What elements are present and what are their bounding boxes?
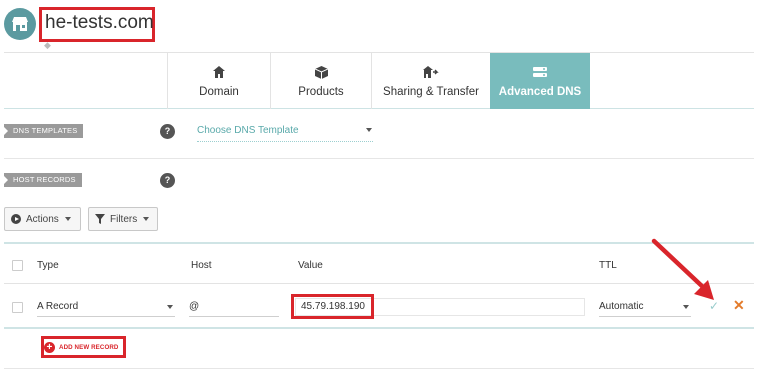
page-header: he-tests.com ◆ [0, 0, 768, 52]
value-column-header: Value [298, 260, 323, 271]
tab-bar: Domain Products Sharing & Transfer Advan… [4, 52, 754, 109]
pin-icon: ◆ [44, 40, 51, 50]
chevron-down-icon [167, 305, 173, 309]
chevron-down-icon [143, 217, 150, 221]
records-table-header: Type Host Value TTL [4, 242, 754, 284]
type-column-header: Type [37, 260, 59, 271]
add-new-record-label: ADD NEW RECORD [59, 343, 119, 351]
row-checkbox[interactable] [12, 302, 23, 313]
ttl-value: Automatic [599, 301, 644, 312]
tab-advanced-dns-label: Advanced DNS [498, 86, 582, 98]
chevron-down-icon [366, 128, 372, 132]
close-icon[interactable]: ✕ [733, 297, 745, 314]
add-new-record-button[interactable]: + ADD NEW RECORD [44, 340, 119, 354]
home-icon [213, 64, 225, 80]
tab-advanced-dns[interactable]: Advanced DNS [490, 53, 590, 109]
dns-templates-section: DNS TEMPLATES ? Choose DNS Template [4, 110, 754, 159]
dns-template-select-value: Choose DNS Template [197, 125, 299, 136]
play-icon [11, 214, 21, 224]
annotation-arrow-icon [651, 238, 714, 300]
host-value: @ [189, 301, 200, 312]
dns-template-select[interactable]: Choose DNS Template [197, 124, 373, 142]
select-all-checkbox[interactable] [12, 260, 23, 271]
tab-domain-label: Domain [199, 86, 239, 98]
value-highlight [291, 294, 374, 319]
actions-button[interactable]: Actions [4, 207, 81, 231]
store-icon [4, 8, 36, 40]
actions-button-label: Actions [26, 213, 59, 225]
filters-button[interactable]: Filters [88, 207, 158, 231]
table-row: A Record @ 45.79.198.190 Automatic ✓ ✕ [4, 285, 754, 329]
host-input[interactable]: @ [189, 299, 279, 317]
tab-sharing-transfer[interactable]: Sharing & Transfer [371, 53, 490, 109]
chevron-down-icon [64, 217, 71, 221]
tab-sharing-transfer-label: Sharing & Transfer [383, 86, 479, 98]
share-icon [423, 64, 439, 80]
host-records-help-icon[interactable]: ? [160, 173, 175, 188]
domain-title: he-tests.com [45, 12, 154, 33]
host-column-header: Host [191, 260, 212, 271]
dns-icon [532, 64, 548, 80]
tab-products[interactable]: Products [270, 53, 371, 109]
host-records-section: HOST RECORDS ? [4, 159, 754, 208]
host-records-tag: HOST RECORDS [4, 173, 82, 187]
record-type-select[interactable]: A Record [37, 299, 175, 317]
filters-button-label: Filters [110, 213, 138, 225]
box-icon [314, 64, 328, 80]
tab-products-label: Products [298, 86, 344, 98]
dns-templates-help-icon[interactable]: ? [160, 124, 175, 139]
plus-icon: + [44, 341, 55, 353]
record-type-value: A Record [37, 301, 79, 312]
dns-templates-tag: DNS TEMPLATES [4, 124, 84, 138]
tab-domain[interactable]: Domain [167, 53, 270, 109]
ttl-column-header: TTL [599, 260, 617, 271]
filter-icon [95, 214, 105, 224]
divider [4, 368, 754, 369]
